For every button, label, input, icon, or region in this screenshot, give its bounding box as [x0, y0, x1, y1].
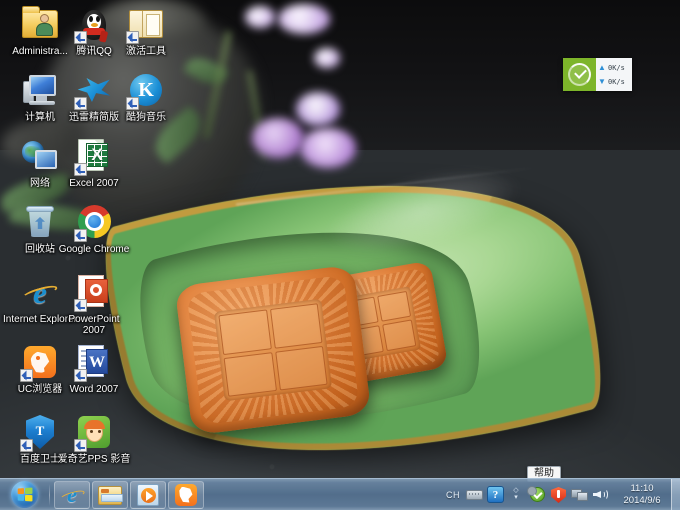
help-icon[interactable]: ? — [487, 486, 504, 503]
desktop-icon-excel[interactable]: X Excel 2007 — [56, 136, 132, 189]
baidu-guard-icon: T — [20, 412, 60, 452]
windows-logo-icon — [10, 481, 38, 508]
mooncake-glyph — [381, 319, 417, 352]
download-speed-value: 0K/s — [608, 77, 625, 86]
desktop-icon-kugou[interactable]: K 酷狗音乐 — [108, 70, 184, 123]
internet-explorer-icon: e — [20, 272, 60, 312]
language-indicator[interactable]: CH — [446, 490, 460, 500]
mooncake-glyph — [223, 351, 277, 397]
green-check-icon — [568, 63, 591, 86]
wallpaper-flower-3 — [252, 118, 304, 158]
desktop-icon-word[interactable]: W Word 2007 — [56, 342, 132, 395]
mooncake-front — [174, 264, 372, 436]
iqiyi-pps-icon — [74, 412, 114, 452]
mooncake-glyph — [269, 303, 323, 349]
computer-icon — [20, 70, 60, 110]
mooncake-front-panel — [213, 298, 333, 402]
keyboard-icon[interactable] — [466, 486, 483, 503]
desktop-icon-powerpoint[interactable]: PowerPoint 2007 — [56, 272, 132, 336]
shortcut-arrow-icon — [74, 163, 87, 176]
arrow-down-icon: ▼ — [598, 76, 606, 86]
folder-icon — [126, 4, 166, 44]
show-hidden-icons-icon[interactable]: ◇ ▾ — [508, 486, 525, 503]
shortcut-arrow-icon — [20, 439, 33, 452]
excel-icon: X — [74, 136, 114, 176]
taskbar-button-uc-browser[interactable] — [168, 480, 204, 509]
wallpaper-flower-2 — [296, 92, 340, 126]
shortcut-arrow-icon — [74, 369, 87, 382]
shortcut-arrow-icon — [74, 439, 87, 452]
shortcut-arrow-icon — [74, 31, 87, 44]
green-check-status-icon[interactable] — [527, 486, 546, 503]
show-desktop-button[interactable] — [671, 478, 680, 510]
desktop-icon-grid: Administra... 腾讯QQ 激活工具 计算机 迅雷精简版 K 酷狗音乐… — [0, 0, 170, 478]
desktop-icon-activation-tools[interactable]: 激活工具 — [108, 4, 184, 57]
security-shield-icon[interactable] — [550, 486, 567, 503]
clock-date: 2014/9/6 — [623, 494, 661, 506]
wallpaper-flower-1 — [278, 4, 330, 34]
system-tray: CH ? ◇ ▾ 11:10 2014/9/6 — [446, 478, 680, 510]
download-speed-row: ▼ 0K/s — [598, 75, 630, 89]
desktop-icon-label: 酷狗音乐 — [126, 112, 166, 123]
clock-time: 11:10 — [630, 482, 654, 494]
mooncake-glyph — [274, 345, 328, 391]
desktop-icon-label: Google Chrome — [58, 244, 130, 255]
desktop-icon-chrome[interactable]: Google Chrome — [56, 202, 132, 255]
uc-browser-icon — [20, 342, 60, 382]
desktop-icon-label: 爱奇艺PPS 影音 — [57, 454, 131, 465]
network-icon[interactable] — [571, 486, 588, 503]
taskbar-button-internet-explorer[interactable]: e — [54, 480, 90, 509]
clock[interactable]: 11:10 2014/9/6 — [615, 483, 669, 507]
arrow-up-icon: ▲ — [598, 62, 606, 72]
desktop-icon-label: Word 2007 — [69, 384, 119, 395]
file-explorer-icon — [98, 483, 123, 507]
desktop-icon-iqiyi-pps[interactable]: 爱奇艺PPS 影音 — [56, 412, 132, 465]
internet-explorer-icon: e — [59, 483, 86, 507]
shortcut-arrow-icon — [126, 31, 139, 44]
desktop-icon-label: 激活工具 — [126, 46, 166, 57]
start-button[interactable] — [2, 480, 46, 510]
shortcut-arrow-icon — [74, 229, 87, 242]
widget-speed-readout: ▲ 0K/s ▼ 0K/s — [596, 58, 632, 91]
shortcut-arrow-icon — [20, 369, 33, 382]
network-icon — [20, 136, 60, 176]
volume-icon[interactable] — [592, 486, 609, 503]
desktop-icon-label: Excel 2007 — [69, 178, 119, 189]
upload-speed-row: ▲ 0K/s — [598, 61, 630, 75]
wallpaper-flower-4 — [300, 128, 356, 168]
taskbar-divider — [49, 483, 50, 506]
desktop-screen: Administra... 腾讯QQ 激活工具 计算机 迅雷精简版 K 酷狗音乐… — [0, 0, 680, 510]
wallpaper-flower-6 — [245, 6, 275, 28]
shortcut-arrow-icon — [74, 97, 87, 110]
kugou-icon: K — [126, 70, 166, 110]
chrome-icon — [74, 202, 114, 242]
shortcut-arrow-icon — [74, 299, 87, 312]
upload-speed-value: 0K/s — [608, 63, 625, 72]
taskbar-button-media-player[interactable] — [130, 480, 166, 509]
desktop-icon-label: PowerPoint 2007 — [68, 314, 120, 336]
powerpoint-icon — [74, 272, 114, 312]
wallpaper-flower-5 — [314, 48, 340, 68]
media-player-icon — [136, 483, 160, 507]
user-folder-icon — [20, 4, 60, 44]
mooncake-glyph — [376, 290, 412, 323]
uc-browser-icon — [174, 483, 198, 507]
taskbar: e CH ? ◇ ▾ 11:10 2014/9/6 — [0, 478, 680, 510]
network-speed-widget[interactable]: ▲ 0K/s ▼ 0K/s — [563, 58, 632, 91]
word-icon: W — [74, 342, 114, 382]
shortcut-arrow-icon — [126, 97, 139, 110]
widget-status-button[interactable] — [563, 58, 596, 91]
taskbar-button-file-explorer[interactable] — [92, 480, 128, 509]
recycle-bin-icon — [20, 202, 60, 242]
mooncake-glyph — [218, 309, 272, 355]
